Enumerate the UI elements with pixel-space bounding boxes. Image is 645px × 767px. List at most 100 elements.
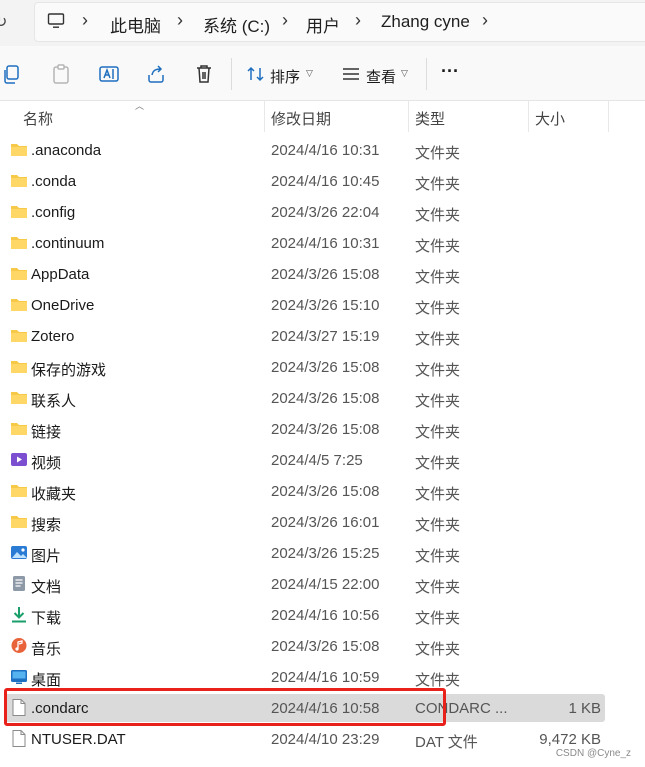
- list-item[interactable]: 视频 2024/4/5 7:25 文件夹: [4, 446, 605, 474]
- file-type: 文件夹: [415, 672, 461, 689]
- list-item[interactable]: .conda 2024/4/16 10:45 文件夹: [4, 167, 605, 195]
- file-type: 文件夹: [415, 207, 461, 224]
- video-folder-icon: [10, 451, 28, 468]
- breadcrumb-users[interactable]: 用户: [306, 12, 340, 37]
- refresh-icon[interactable]: ↻: [0, 12, 7, 32]
- file-icon: [10, 730, 28, 747]
- chevron-right-icon[interactable]: ›: [482, 10, 488, 31]
- chevron-right-icon[interactable]: ›: [177, 10, 183, 31]
- list-item[interactable]: 文档 2024/4/15 22:00 文件夹: [4, 570, 605, 598]
- file-type: 文件夹: [415, 517, 461, 534]
- column-divider[interactable]: [608, 101, 609, 132]
- file-modified-date: 2024/3/26 15:08: [271, 421, 380, 438]
- file-modified-date: 2024/4/16 10:31: [271, 235, 380, 252]
- file-type: 文件夹: [415, 455, 461, 472]
- column-divider[interactable]: [264, 101, 265, 132]
- folder-icon: [10, 141, 28, 158]
- file-name: NTUSER.DAT: [31, 731, 126, 748]
- list-item[interactable]: NTUSER.DAT 2024/4/10 23:29 DAT 文件 9,472 KB: [4, 725, 605, 753]
- chevron-right-icon[interactable]: ›: [282, 10, 288, 31]
- file-name: AppData: [31, 266, 90, 283]
- file-name: 视频: [31, 455, 62, 472]
- copy-icon[interactable]: [2, 63, 24, 85]
- file-name: 收藏夹: [31, 486, 77, 503]
- folder-icon: [10, 513, 28, 530]
- chevron-right-icon[interactable]: ›: [355, 10, 361, 31]
- folder-icon: [10, 296, 28, 313]
- file-type: 文件夹: [415, 300, 461, 317]
- file-name: 保存的游戏: [31, 362, 107, 379]
- list-item[interactable]: 音乐 2024/3/26 15:08 文件夹: [4, 632, 605, 660]
- file-modified-date: 2024/3/26 15:10: [271, 297, 380, 314]
- list-item[interactable]: .config 2024/3/26 22:04 文件夹: [4, 198, 605, 226]
- command-bar: 排序 ▽ 查看 ▽ ···: [0, 46, 645, 101]
- file-name: 搜索: [31, 517, 62, 534]
- share-icon[interactable]: [145, 63, 167, 85]
- file-modified-date: 2024/4/15 22:00: [271, 576, 380, 593]
- file-size: 9,472 KB: [539, 731, 601, 748]
- folder-icon: [10, 265, 28, 282]
- column-divider[interactable]: [408, 101, 409, 132]
- file-type: DAT 文件: [415, 734, 478, 751]
- list-item[interactable]: AppData 2024/3/26 15:08 文件夹: [4, 260, 605, 288]
- list-item[interactable]: 收藏夹 2024/3/26 15:08 文件夹: [4, 477, 605, 505]
- file-modified-date: 2024/3/26 15:08: [271, 638, 380, 655]
- list-item[interactable]: 图片 2024/3/26 15:25 文件夹: [4, 539, 605, 567]
- list-item[interactable]: OneDrive 2024/3/26 15:10 文件夹: [4, 291, 605, 319]
- file-name: .conda: [31, 173, 77, 190]
- file-type: 文件夹: [415, 176, 461, 193]
- file-name: 下载: [31, 610, 62, 627]
- column-divider[interactable]: [528, 101, 529, 132]
- more-options-button[interactable]: ···: [441, 61, 459, 82]
- list-item[interactable]: 搜索 2024/3/26 16:01 文件夹: [4, 508, 605, 536]
- file-modified-date: 2024/4/5 7:25: [271, 452, 363, 469]
- this-pc-icon[interactable]: [47, 12, 65, 30]
- file-modified-date: 2024/4/16 10:56: [271, 607, 380, 624]
- music-folder-icon: [10, 637, 28, 654]
- breadcrumb-user-folder[interactable]: Zhang cyne: [381, 12, 470, 32]
- list-item[interactable]: 下载 2024/4/16 10:56 文件夹: [4, 601, 605, 629]
- chevron-down-icon[interactable]: ▽: [306, 68, 313, 79]
- chevron-right-icon[interactable]: ›: [82, 10, 88, 31]
- highlight-annotation: [4, 688, 446, 726]
- folder-icon: [10, 203, 28, 220]
- file-type: 文件夹: [415, 393, 461, 410]
- breadcrumb-this-pc[interactable]: 此电脑: [110, 12, 161, 37]
- file-modified-date: 2024/3/26 15:08: [271, 266, 380, 283]
- file-name: 图片: [31, 548, 62, 565]
- list-item[interactable]: Zotero 2024/3/27 15:19 文件夹: [4, 322, 605, 350]
- file-type: 文件夹: [415, 579, 461, 596]
- view-button[interactable]: 查看: [366, 66, 396, 87]
- file-modified-date: 2024/3/26 22:04: [271, 204, 380, 221]
- list-item[interactable]: 联系人 2024/3/26 15:08 文件夹: [4, 384, 605, 412]
- watermark: CSDN @Cyne_z: [555, 748, 631, 759]
- column-header-size[interactable]: 大小: [535, 108, 565, 129]
- file-type: 文件夹: [415, 424, 461, 441]
- column-header-modified[interactable]: 修改日期: [271, 108, 331, 129]
- column-header-name[interactable]: 名称: [23, 108, 53, 129]
- file-modified-date: 2024/3/26 15:08: [271, 359, 380, 376]
- list-item[interactable]: .continuum 2024/4/16 10:31 文件夹: [4, 229, 605, 257]
- file-modified-date: 2024/3/27 15:19: [271, 328, 380, 345]
- list-item[interactable]: .anaconda 2024/4/16 10:31 文件夹: [4, 136, 605, 164]
- list-item[interactable]: 桌面 2024/4/16 10:59 文件夹: [4, 663, 605, 691]
- chevron-down-icon[interactable]: ▽: [401, 68, 408, 79]
- paste-icon[interactable]: [50, 63, 72, 85]
- folder-icon: [10, 420, 28, 437]
- list-item[interactable]: 链接 2024/3/26 15:08 文件夹: [4, 415, 605, 443]
- column-header-type[interactable]: 类型: [415, 108, 445, 129]
- breadcrumb-c-drive[interactable]: 系统 (C:): [203, 12, 270, 37]
- file-name: Zotero: [31, 328, 75, 345]
- download-folder-icon: [10, 606, 28, 623]
- sort-icon[interactable]: [245, 63, 267, 85]
- list-item[interactable]: 保存的游戏 2024/3/26 15:08 文件夹: [4, 353, 605, 381]
- toolbar-divider: [231, 58, 232, 90]
- rename-icon[interactable]: [98, 63, 120, 85]
- folder-icon: [10, 482, 28, 499]
- toolbar-divider: [426, 58, 427, 90]
- sort-button[interactable]: 排序: [270, 66, 300, 87]
- view-icon[interactable]: [340, 63, 362, 85]
- file-type: 文件夹: [415, 331, 461, 348]
- file-type: 文件夹: [415, 641, 461, 658]
- delete-icon[interactable]: [193, 63, 215, 85]
